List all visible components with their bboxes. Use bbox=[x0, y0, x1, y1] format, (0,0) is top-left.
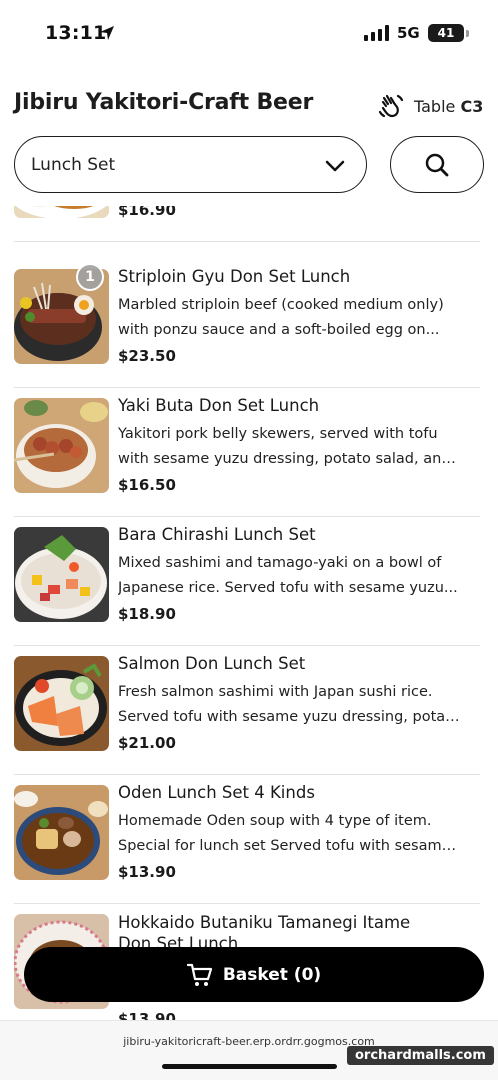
menu-item[interactable]: Yaki Buta Don Set Lunch Yakitori pork be… bbox=[0, 388, 498, 517]
item-description: Mixed sashimi and tamago-yaki on a bowl … bbox=[118, 555, 458, 596]
menu-item[interactable]: Salmon Don Lunch Set Fresh salmon sashim… bbox=[0, 646, 498, 775]
item-price: $23.50 bbox=[118, 347, 176, 365]
table-indicator: Table C3 bbox=[414, 97, 483, 116]
food-thumbnail bbox=[14, 527, 109, 622]
item-description: Yakitori pork belly skewers, served with… bbox=[118, 426, 463, 467]
category-selected-value: Lunch Set bbox=[31, 154, 116, 175]
basket-button[interactable]: Basket (0) bbox=[24, 947, 484, 1002]
item-description: Homemade Oden soup with 4 type of item. S… bbox=[118, 813, 463, 854]
battery-icon: 41 bbox=[428, 24, 464, 42]
item-description: Fresh salmon sashimi with Japan sushi ri… bbox=[118, 684, 463, 725]
item-name: Salmon Don Lunch Set bbox=[118, 654, 306, 673]
menu-item[interactable]: Oden Lunch Set 4 Kinds Homemade Oden sou… bbox=[0, 775, 498, 904]
restaurant-title: Jibiru Yakitori-Craft Beer bbox=[14, 90, 314, 115]
item-description: Marbled striploin beef (cooked medium on… bbox=[118, 297, 444, 338]
food-thumbnail bbox=[14, 656, 109, 751]
table-label: Table bbox=[414, 97, 456, 116]
chevron-down-icon bbox=[325, 160, 345, 172]
cellular-signal-icon bbox=[364, 25, 389, 41]
item-price: $13.90 bbox=[118, 863, 176, 881]
item-name: Striploin Gyu Don Set Lunch bbox=[118, 267, 351, 286]
status-time: 13:11 bbox=[45, 22, 107, 44]
waving-hand-icon[interactable] bbox=[378, 93, 404, 119]
battery-cap bbox=[466, 30, 469, 37]
food-thumbnail bbox=[14, 398, 109, 493]
basket-label: Basket (0) bbox=[222, 964, 322, 985]
item-price: $16.90 bbox=[118, 206, 176, 219]
search-button[interactable] bbox=[390, 136, 484, 193]
food-thumbnail bbox=[14, 206, 109, 218]
table-number: C3 bbox=[460, 97, 484, 116]
search-icon bbox=[425, 153, 449, 176]
item-price: $16.50 bbox=[118, 476, 176, 494]
item-price: $21.00 bbox=[118, 734, 176, 752]
menu-item[interactable]: Bara Chirashi Lunch Set Mixed sashimi an… bbox=[0, 517, 498, 646]
item-name: Oden Lunch Set 4 Kinds bbox=[118, 783, 315, 802]
home-indicator[interactable] bbox=[162, 1064, 337, 1069]
shopping-cart-icon bbox=[186, 963, 212, 986]
item-price: $18.90 bbox=[118, 605, 176, 623]
status-bar: 13:11 5G 41 bbox=[0, 0, 498, 66]
quantity-badge: 1 bbox=[76, 263, 104, 291]
menu-item[interactable]: $16.90 bbox=[0, 206, 498, 242]
menu-item[interactable]: 1 Striploin Gyu Don Set Lunch Marbled st… bbox=[0, 259, 498, 388]
location-arrow-icon bbox=[100, 26, 114, 40]
item-name: Yaki Buta Don Set Lunch bbox=[118, 396, 320, 415]
watermark: orchardmalls.com bbox=[347, 1046, 494, 1065]
food-thumbnail bbox=[14, 785, 109, 880]
item-name: Bara Chirashi Lunch Set bbox=[118, 525, 316, 544]
menu-list[interactable]: $16.90 1 Striploin Gyu Don Set Lunch Mar… bbox=[0, 206, 498, 1021]
category-select[interactable]: Lunch Set bbox=[14, 136, 367, 193]
divider bbox=[14, 240, 480, 242]
network-type: 5G bbox=[397, 24, 420, 42]
